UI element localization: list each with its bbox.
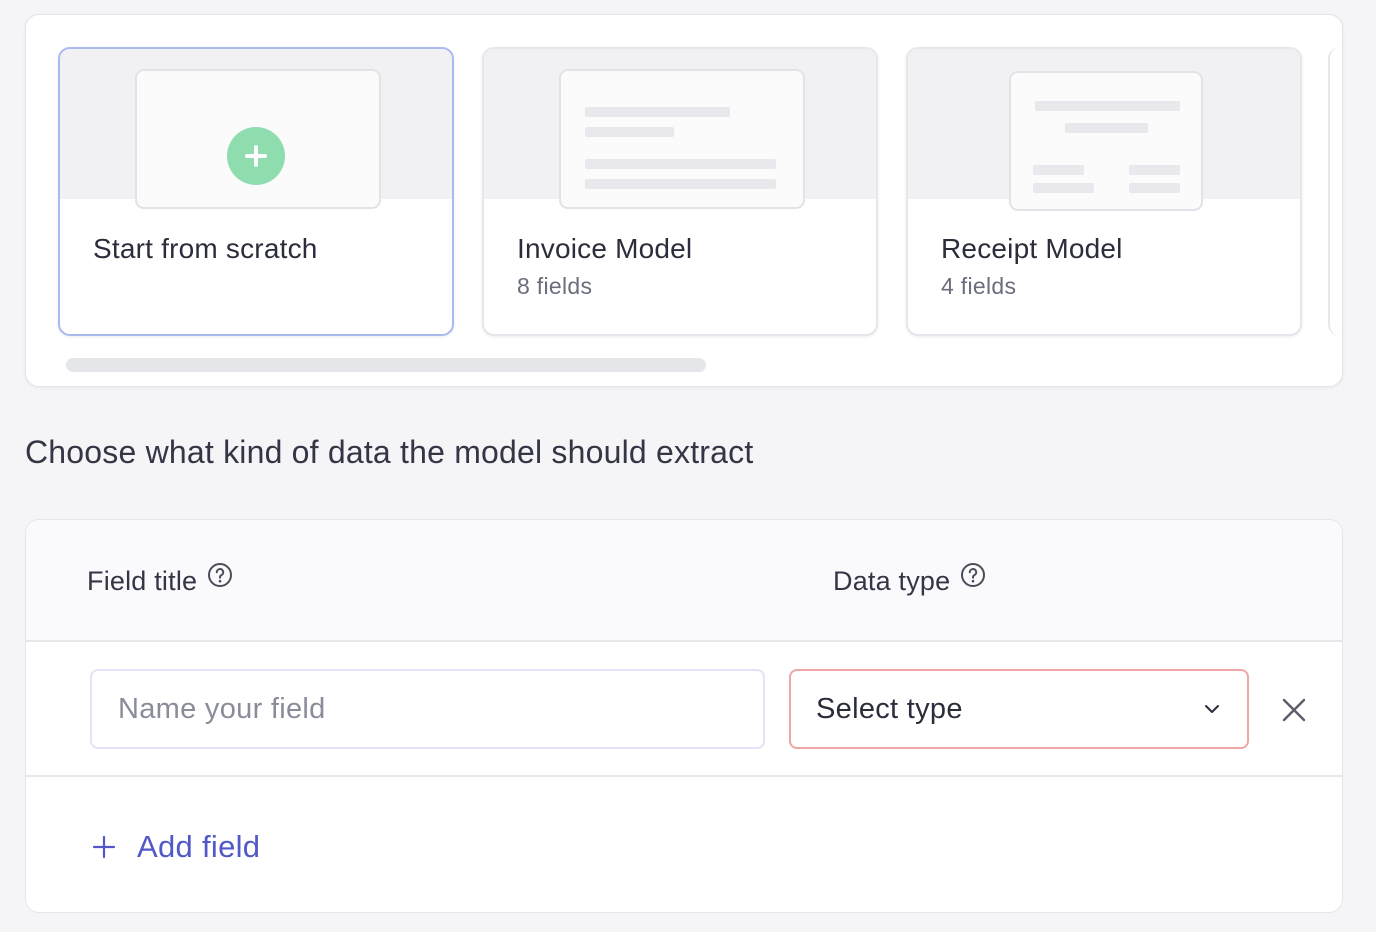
card-title: Start from scratch [93, 233, 318, 264]
section-heading: Choose what kind of data the model shoul… [25, 434, 754, 470]
add-field-label: Add field [137, 829, 261, 864]
select-value: Select type [816, 692, 963, 725]
column-header-field-title: Field title [87, 562, 233, 597]
receipt-document-illustration [1009, 71, 1203, 211]
invoice-document-illustration [559, 69, 805, 209]
table-header: Field title Data type [26, 520, 1342, 642]
field-name-input[interactable] [90, 669, 765, 749]
card-title: Invoice Model [517, 233, 693, 264]
help-circle-icon[interactable] [207, 562, 233, 588]
field-row: Select type [26, 642, 1342, 777]
close-icon [1282, 698, 1306, 722]
next-card-peek[interactable] [1328, 47, 1342, 336]
template-card-receipt[interactable]: Receipt Model 4 fields [906, 47, 1302, 336]
plus-icon [92, 835, 116, 859]
plus-circle-icon [227, 127, 285, 185]
carousel-scrollbar[interactable] [66, 358, 706, 372]
template-card-scratch[interactable]: Start from scratch [58, 47, 454, 336]
card-field-count: 4 fields [941, 273, 1017, 299]
card-title: Receipt Model [941, 233, 1123, 264]
fields-table: Field title Data type Select type [25, 519, 1343, 913]
card-preview [908, 49, 1300, 211]
card-preview [60, 49, 452, 209]
column-label: Data type [833, 566, 951, 596]
card-preview [484, 49, 876, 209]
template-card-invoice[interactable]: Invoice Model 8 fields [482, 47, 878, 336]
add-field-button[interactable]: Add field [92, 829, 260, 865]
blank-document-illustration [135, 69, 381, 209]
data-type-select[interactable]: Select type [789, 669, 1249, 749]
chevron-down-icon [1205, 705, 1219, 713]
column-header-data-type: Data type [833, 562, 986, 597]
column-label: Field title [87, 566, 198, 596]
template-carousel: Start from scratch Invoice Model 8 field… [25, 14, 1343, 387]
help-circle-icon[interactable] [960, 562, 986, 588]
card-field-count: 8 fields [517, 273, 593, 299]
remove-field-button[interactable] [1276, 692, 1312, 728]
